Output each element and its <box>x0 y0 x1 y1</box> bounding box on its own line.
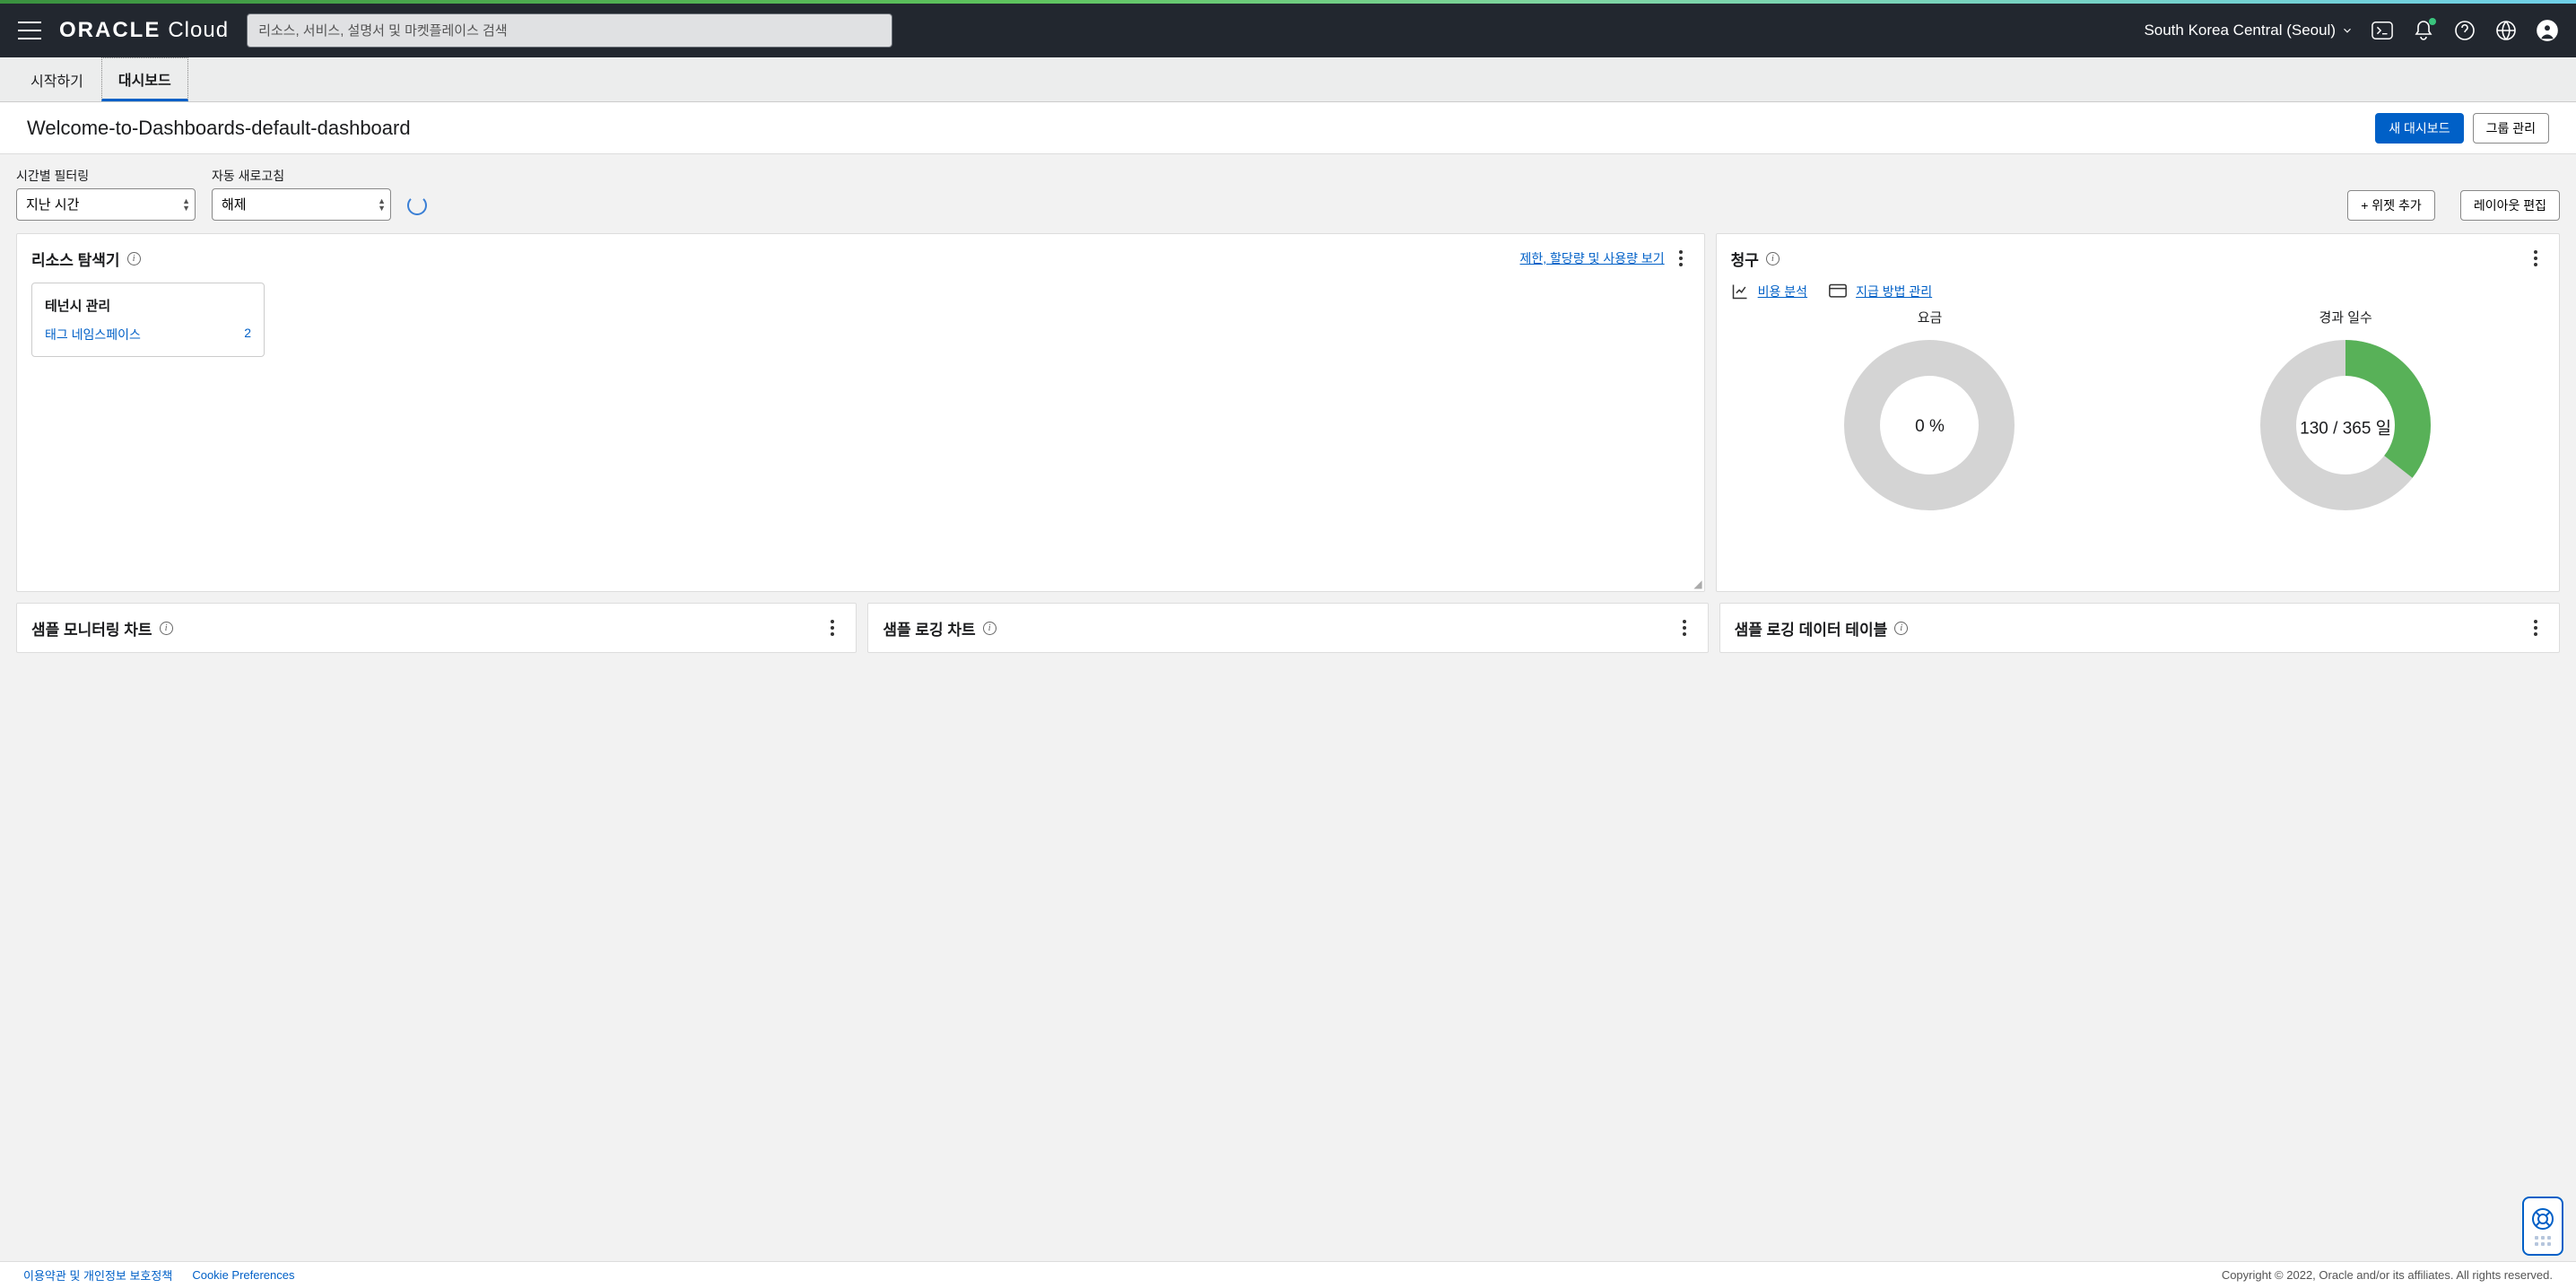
oracle-cloud-logo[interactable]: ORACLE Cloud <box>59 18 229 43</box>
limits-quotas-link[interactable]: 제한, 할당량 및 사용량 보기 <box>1520 249 1665 267</box>
cost-analysis-link[interactable]: 비용 분석 <box>1758 283 1807 300</box>
dashboard-controls: 시간별 필터링 지난 시간 ▲▼ 자동 새로고침 해제 ▲▼ +위젯 추가 레이… <box>0 154 2576 233</box>
search-input[interactable] <box>247 13 892 48</box>
global-header: ORACLE Cloud South Korea Central (Seoul) <box>0 4 2576 57</box>
info-icon[interactable]: i <box>1894 622 1908 635</box>
chevron-down-icon <box>2341 24 2354 37</box>
global-search <box>247 13 892 48</box>
widget-menu-icon[interactable] <box>2527 247 2545 270</box>
time-filter-select[interactable]: 지난 시간 <box>16 188 196 221</box>
info-icon[interactable]: i <box>160 622 173 635</box>
info-icon[interactable]: i <box>1766 252 1780 265</box>
tab-dashboard[interactable]: 대시보드 <box>101 57 188 101</box>
time-filter-label: 시간별 필터링 <box>16 167 196 185</box>
title-bar: Welcome-to-Dashboards-default-dashboard … <box>0 102 2576 154</box>
nav-tabs: 시작하기 대시보드 <box>0 57 2576 102</box>
widget-title: 샘플 모니터링 차트 <box>31 617 152 640</box>
tenancy-card-title: 테넌시 관리 <box>45 296 251 315</box>
notifications-icon[interactable] <box>2413 20 2434 41</box>
menu-icon[interactable] <box>18 22 41 39</box>
new-dashboard-button[interactable]: 새 대시보드 <box>2375 113 2463 144</box>
widget-title: 샘플 로깅 데이터 테이블 <box>1735 617 1888 640</box>
logging-table-widget: 샘플 로깅 데이터 테이블 i <box>1719 603 2560 653</box>
region-selector[interactable]: South Korea Central (Seoul) <box>2144 22 2354 39</box>
chart-line-icon <box>1731 283 1749 300</box>
charge-donut: 요금 0 % <box>1731 308 2129 518</box>
tag-namespace-link[interactable]: 태그 네임스페이스 <box>45 326 141 344</box>
terms-link[interactable]: 이용약관 및 개인정보 보호정책 <box>23 1266 172 1284</box>
info-icon[interactable]: i <box>983 622 996 635</box>
widget-title: 리소스 탐색기 <box>31 248 120 270</box>
region-label: South Korea Central (Seoul) <box>2144 22 2336 39</box>
help-icon[interactable] <box>2454 20 2476 41</box>
page-title: Welcome-to-Dashboards-default-dashboard <box>27 117 2375 140</box>
time-filter-control: 시간별 필터링 지난 시간 ▲▼ <box>16 167 196 221</box>
widget-menu-icon[interactable] <box>1675 616 1693 640</box>
globe-icon[interactable] <box>2495 20 2517 41</box>
info-icon[interactable]: i <box>127 252 141 265</box>
days-label: 경과 일수 <box>2146 308 2545 326</box>
resource-explorer-widget: 리소스 탐색기 i 제한, 할당량 및 사용량 보기 테넌시 관리 태그 네임스… <box>16 233 1705 592</box>
widget-title: 샘플 로깅 차트 <box>883 617 975 640</box>
credit-card-icon <box>1829 283 1847 300</box>
plus-icon: + <box>2361 198 2368 213</box>
grid-dots-icon <box>2535 1236 2551 1246</box>
payment-methods-link[interactable]: 지급 방법 관리 <box>1856 283 1932 300</box>
lower-widget-row: 샘플 모니터링 차트 i 샘플 로깅 차트 i 샘플 로깅 데이터 테이블 i <box>0 603 2576 664</box>
days-donut: 경과 일수 130 / 365 일 <box>2146 308 2545 518</box>
logo-light: Cloud <box>168 18 229 43</box>
widget-grid: 리소스 탐색기 i 제한, 할당량 및 사용량 보기 테넌시 관리 태그 네임스… <box>0 233 2576 603</box>
widget-menu-icon[interactable] <box>1672 247 1690 270</box>
widget-menu-icon[interactable] <box>823 616 841 640</box>
auto-refresh-label: 자동 새로고침 <box>212 167 391 185</box>
auto-refresh-select[interactable]: 해제 <box>212 188 391 221</box>
billing-widget: 청구 i 비용 분석 지급 방법 관리 요금 0 % 경과 일수 <box>1716 233 2560 592</box>
header-icons <box>2371 20 2558 41</box>
auto-refresh-control: 자동 새로고침 해제 ▲▼ <box>212 167 391 221</box>
charge-label: 요금 <box>1731 308 2129 326</box>
monitoring-chart-widget: 샘플 모니터링 차트 i <box>16 603 857 653</box>
edit-layout-button[interactable]: 레이아웃 편집 <box>2460 190 2560 221</box>
widget-menu-icon[interactable] <box>2527 616 2545 640</box>
logo-bold: ORACLE <box>59 18 161 43</box>
tab-get-started[interactable]: 시작하기 <box>13 57 101 101</box>
logging-chart-widget: 샘플 로깅 차트 i <box>867 603 1708 653</box>
resize-handle-icon[interactable]: ◢ <box>1693 579 1701 589</box>
help-float-button[interactable] <box>2522 1197 2563 1256</box>
copyright-text: Copyright © 2022, Oracle and/or its affi… <box>2222 1268 2553 1282</box>
footer: 이용약관 및 개인정보 보호정책 Cookie Preferences Copy… <box>0 1261 2576 1288</box>
user-avatar-icon[interactable] <box>2537 20 2558 41</box>
charge-value: 0 % <box>1915 417 1945 437</box>
refresh-icon[interactable] <box>407 196 427 215</box>
tag-namespace-count: 2 <box>244 326 251 344</box>
lifebuoy-icon <box>2531 1207 2554 1231</box>
notification-dot <box>2429 18 2436 25</box>
days-value: 130 / 365 일 <box>2300 414 2391 439</box>
widget-title: 청구 <box>1731 248 1759 270</box>
add-widget-button[interactable]: +위젯 추가 <box>2347 190 2435 221</box>
manage-groups-button[interactable]: 그룹 관리 <box>2473 113 2549 144</box>
cloud-shell-icon[interactable] <box>2371 20 2393 41</box>
cookie-prefs-link[interactable]: Cookie Preferences <box>192 1268 294 1282</box>
tenancy-card: 테넌시 관리 태그 네임스페이스 2 <box>31 283 265 357</box>
